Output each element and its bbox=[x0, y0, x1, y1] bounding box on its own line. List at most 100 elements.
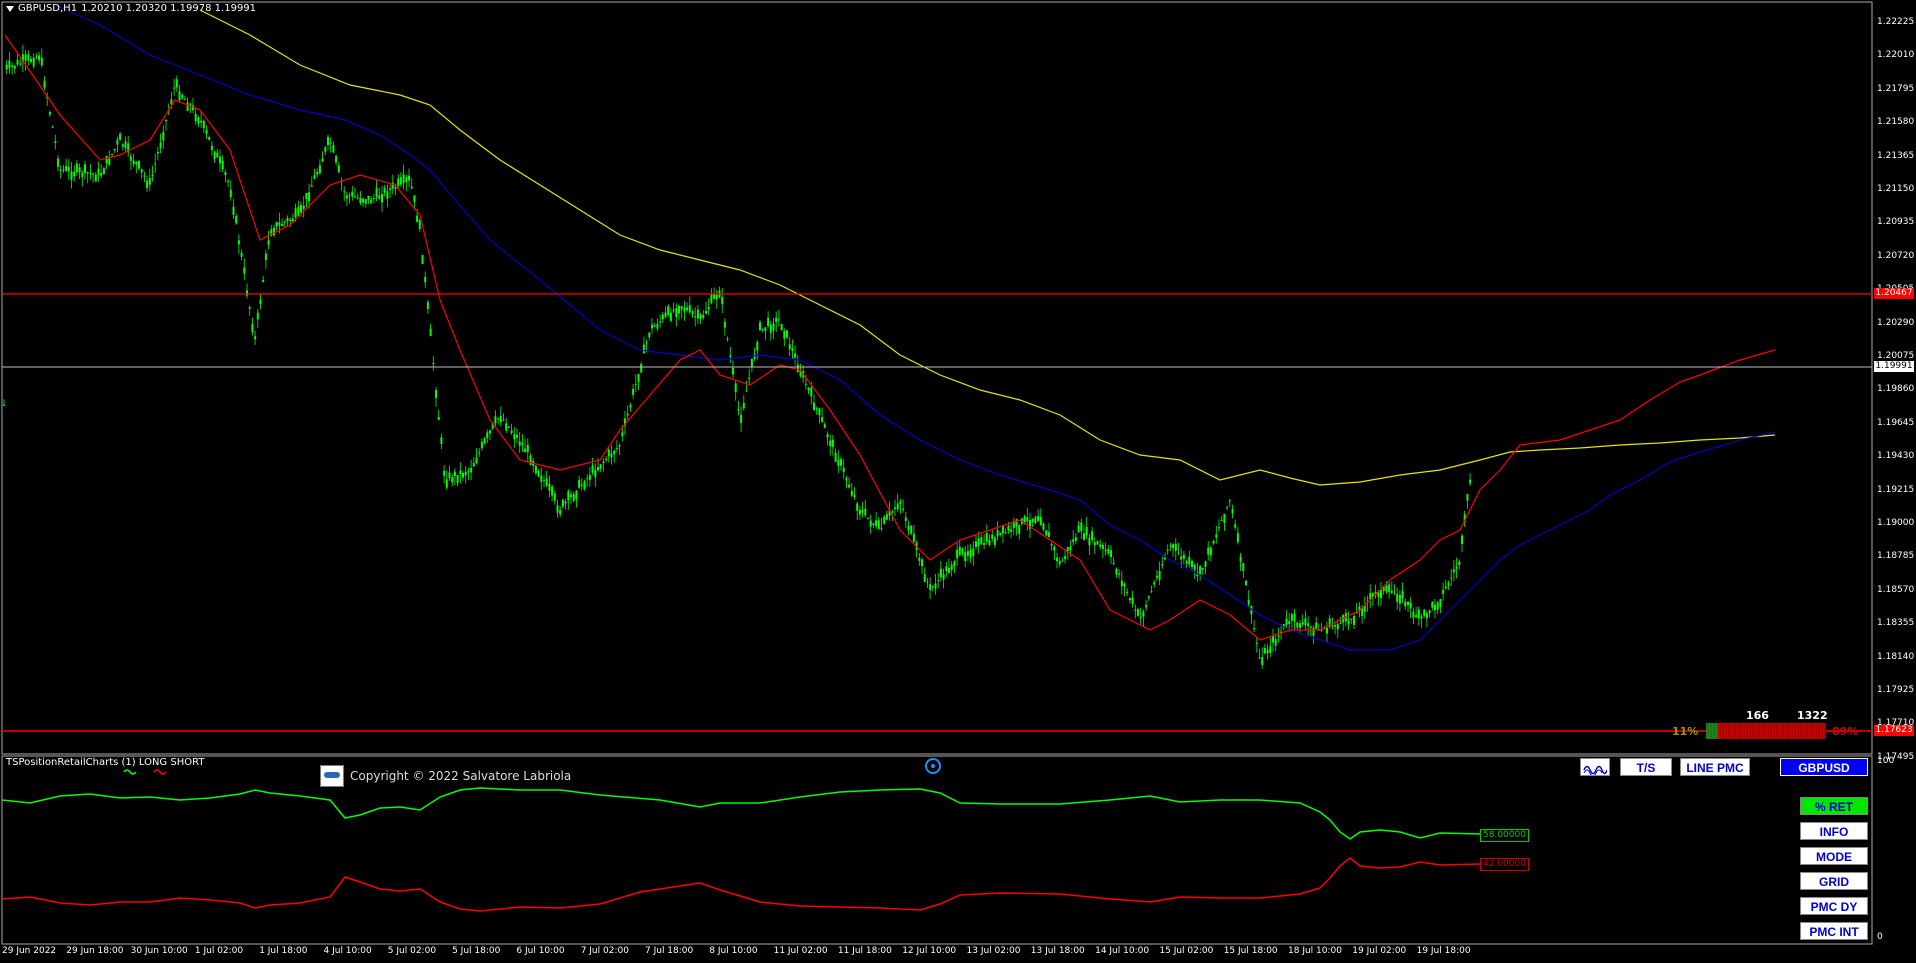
candle-body bbox=[200, 120, 203, 123]
candle-body bbox=[1166, 549, 1169, 551]
price-tick-label: 1.21795 bbox=[1877, 83, 1915, 94]
candle-body bbox=[1412, 611, 1415, 618]
candle-body bbox=[756, 342, 759, 351]
line-pmc-button[interactable]: LINE PMC bbox=[1680, 758, 1750, 776]
candle-body bbox=[953, 561, 956, 566]
price-chart[interactable] bbox=[0, 0, 1916, 963]
candle-body bbox=[732, 368, 734, 375]
candle-body bbox=[813, 402, 815, 410]
candle-body bbox=[43, 80, 46, 88]
price-tick-label: 1.19430 bbox=[1877, 451, 1915, 462]
candle-body bbox=[48, 111, 51, 115]
candle-body bbox=[1169, 545, 1172, 547]
price-tick-label: 1.19645 bbox=[1877, 417, 1915, 428]
grid-button[interactable]: GRID bbox=[1800, 872, 1868, 890]
candle-body bbox=[213, 151, 216, 159]
candle-body bbox=[540, 475, 543, 482]
info-button[interactable]: INFO bbox=[1800, 822, 1868, 840]
wave-icon bbox=[1583, 765, 1608, 777]
candle-body bbox=[318, 165, 321, 174]
candle-body bbox=[202, 120, 205, 129]
candle-body bbox=[1004, 532, 1007, 534]
candle-body bbox=[985, 533, 988, 542]
indicator-scale-bottom: 0 bbox=[1877, 932, 1883, 942]
main-pane-border bbox=[1, 1, 1873, 755]
candle-body bbox=[1204, 561, 1207, 567]
dropdown-triangle-icon[interactable] bbox=[6, 5, 14, 12]
candle-body bbox=[688, 305, 691, 313]
candle-body bbox=[418, 220, 421, 229]
candle-body bbox=[958, 546, 961, 556]
candle-body bbox=[237, 240, 240, 245]
candle-body bbox=[1201, 568, 1204, 570]
price-tick-label: 1.20720 bbox=[1877, 250, 1915, 261]
candle-body bbox=[1010, 529, 1013, 532]
candle-body bbox=[1118, 573, 1121, 575]
candle-body bbox=[607, 449, 610, 457]
candle-body bbox=[1396, 594, 1399, 602]
price-tick-label: 1.18140 bbox=[1877, 651, 1915, 662]
short-legend-icon bbox=[153, 769, 167, 775]
candle-body bbox=[1077, 525, 1080, 533]
chart-title[interactable]: GBPUSD,H1 1.20210 1.20320 1.19978 1.1999… bbox=[6, 3, 256, 14]
pmc-int-button[interactable]: PMC INT bbox=[1800, 922, 1868, 940]
candle-body bbox=[505, 423, 508, 431]
candle-body bbox=[1218, 527, 1220, 529]
candle-body bbox=[1458, 561, 1461, 565]
symbol-timeframe: GBPUSD,H1 bbox=[18, 3, 78, 14]
candle-body bbox=[27, 54, 30, 61]
candle-body bbox=[138, 160, 140, 169]
candle-body bbox=[494, 416, 497, 424]
candle-body bbox=[335, 155, 338, 163]
candle-body bbox=[302, 205, 305, 209]
candle-body bbox=[65, 166, 68, 171]
candle-body bbox=[97, 168, 100, 175]
candle-body bbox=[526, 444, 529, 453]
candle-body bbox=[510, 430, 513, 433]
candle-body bbox=[872, 523, 875, 525]
candle-body bbox=[645, 342, 648, 344]
candle-body bbox=[1126, 592, 1129, 594]
candle-body bbox=[564, 501, 567, 504]
candle-body bbox=[1110, 550, 1112, 558]
candle-body bbox=[1137, 609, 1139, 616]
candle-body bbox=[975, 541, 977, 547]
candle-body bbox=[1050, 544, 1053, 546]
candle-body bbox=[543, 480, 545, 482]
target-icon[interactable] bbox=[925, 758, 941, 774]
candle-body bbox=[691, 311, 694, 315]
candle-body bbox=[767, 317, 770, 326]
symbol-button[interactable]: GBPUSD bbox=[1780, 758, 1868, 776]
candle-body bbox=[707, 306, 710, 310]
candle-body bbox=[1420, 616, 1423, 619]
ts-button[interactable]: T/S bbox=[1620, 758, 1672, 776]
time-tick-label: 11 Jul 02:00 bbox=[773, 946, 828, 956]
wave-button[interactable] bbox=[1580, 758, 1610, 777]
candle-body bbox=[305, 193, 308, 199]
pmc-dy-button[interactable]: PMC DY bbox=[1800, 897, 1868, 915]
mode-button[interactable]: MODE bbox=[1800, 847, 1868, 865]
candle-body bbox=[462, 472, 464, 478]
candle-body bbox=[1274, 639, 1277, 646]
candle-body bbox=[861, 510, 864, 513]
time-tick-label: 7 Jul 18:00 bbox=[645, 946, 694, 956]
candle-body bbox=[713, 294, 716, 299]
candle-body bbox=[634, 383, 637, 385]
candle-body bbox=[956, 549, 959, 559]
candle-body bbox=[1142, 611, 1145, 617]
candle-body bbox=[402, 174, 405, 184]
candle-body bbox=[1018, 525, 1021, 534]
candle-body bbox=[899, 501, 902, 504]
candle-body bbox=[1415, 615, 1418, 618]
candle-body bbox=[742, 402, 745, 409]
ret-button[interactable]: % RET bbox=[1800, 797, 1868, 815]
candle-body bbox=[937, 580, 940, 582]
candle-body bbox=[254, 336, 257, 340]
candle-body bbox=[815, 408, 818, 410]
candle-body bbox=[1307, 623, 1310, 627]
candle-body bbox=[181, 95, 184, 99]
price-tick-label: 1.18785 bbox=[1877, 551, 1915, 562]
candle-body bbox=[383, 187, 386, 193]
candle-body bbox=[313, 175, 316, 179]
candle-body bbox=[170, 99, 173, 104]
